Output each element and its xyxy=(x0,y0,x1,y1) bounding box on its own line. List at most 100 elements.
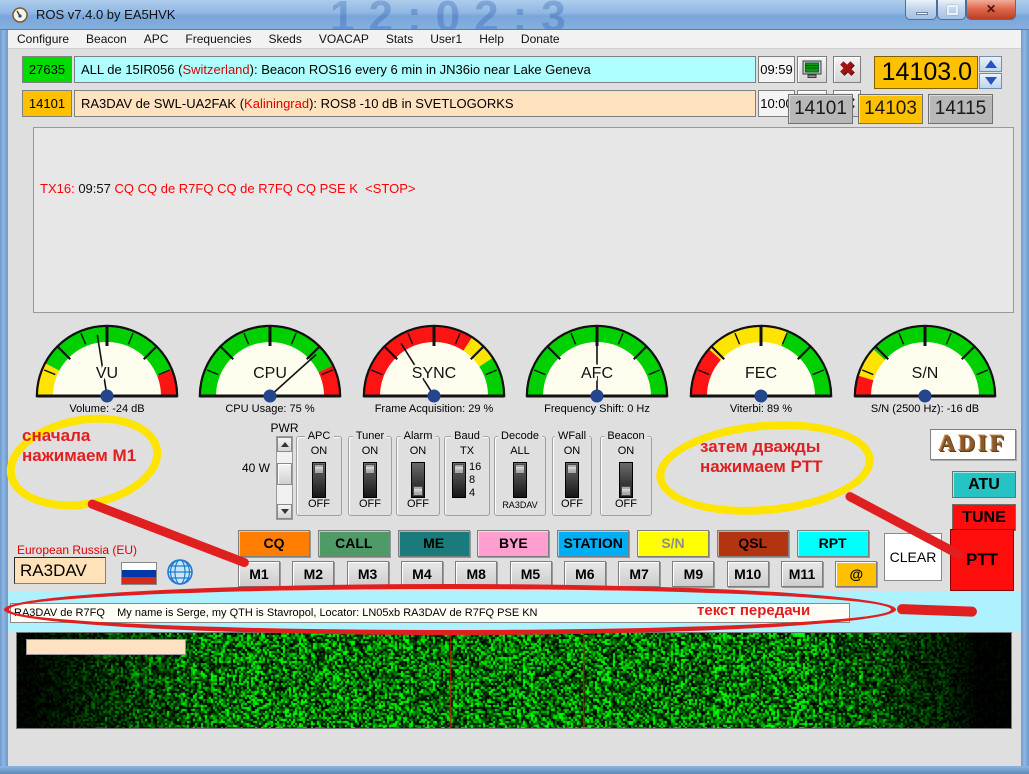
power-up-button[interactable] xyxy=(277,437,292,452)
macro-button-cq[interactable]: CQ xyxy=(238,530,310,557)
menu-item-apc[interactable]: APC xyxy=(144,32,169,46)
callsign-input[interactable] xyxy=(14,557,106,584)
menu-item-donate[interactable]: Donate xyxy=(521,32,560,46)
power-down-button[interactable] xyxy=(277,504,292,519)
menu-item-configure[interactable]: Configure xyxy=(17,32,69,46)
frequency-preset-14115[interactable]: 14115 xyxy=(928,94,993,124)
macro-button-rpt[interactable]: RPT xyxy=(797,530,869,557)
menu-item-stats[interactable]: Stats xyxy=(386,32,413,46)
maximize-icon xyxy=(947,5,958,15)
macro-button-s-n[interactable]: S/N xyxy=(637,530,709,557)
adif-button[interactable]: ADIF xyxy=(930,429,1016,460)
window-border-left xyxy=(0,30,8,774)
globe-icon[interactable] xyxy=(166,558,194,586)
memory-button--[interactable]: @ xyxy=(835,561,877,587)
toggle-switch-apc[interactable] xyxy=(312,462,326,498)
switch-group-decode: DecodeALLRA3DAV xyxy=(494,436,546,516)
memory-button-m2[interactable]: M2 xyxy=(292,561,334,587)
memory-button-m7[interactable]: M7 xyxy=(618,561,660,587)
switch-group-apc: APCONOFF xyxy=(296,436,342,516)
switch-lever[interactable] xyxy=(314,464,324,474)
svg-text:AFC: AFC xyxy=(581,365,613,382)
computer-icon xyxy=(802,60,822,79)
menu-item-voacap[interactable]: VOACAP xyxy=(319,32,369,46)
ptt-button[interactable]: PTT xyxy=(950,529,1014,591)
menu-item-skeds[interactable]: Skeds xyxy=(268,32,301,46)
menu-item-user1[interactable]: User1 xyxy=(430,32,462,46)
menu-item-help[interactable]: Help xyxy=(479,32,504,46)
menu-item-beacon[interactable]: Beacon xyxy=(86,32,127,46)
close-button[interactable]: ✕ xyxy=(966,0,1016,20)
russia-flag-icon[interactable] xyxy=(121,562,157,585)
frequency-preset-14101[interactable]: 14101 xyxy=(788,94,853,124)
toggle-switch-baud[interactable] xyxy=(452,462,466,498)
frequency-up-button[interactable] xyxy=(979,56,1002,72)
svg-text:VU: VU xyxy=(96,365,118,382)
gauge-cpu: CPUCPU Usage: 75 % xyxy=(193,320,347,409)
maximize-button[interactable] xyxy=(937,0,966,20)
frequency-badge[interactable]: 27635 xyxy=(22,56,72,83)
switch-lever[interactable] xyxy=(413,486,423,496)
tx-log-line: TX16: 09:57 CQ CQ de R7FQ CQ de R7FQ CQ … xyxy=(40,181,416,196)
toggle-switch-wfall[interactable] xyxy=(565,462,579,498)
switch-lever[interactable] xyxy=(454,464,464,474)
power-label: PWR xyxy=(268,421,301,435)
delete-row-button[interactable]: ✖ xyxy=(833,56,861,83)
switch-lever[interactable] xyxy=(567,464,577,474)
power-scrollbar-thumb[interactable] xyxy=(277,463,292,485)
annotation-m1-text: сначаланажимаем M1 xyxy=(22,426,136,466)
row-time: 09:59 xyxy=(758,56,795,83)
svg-text:FEC: FEC xyxy=(745,365,777,382)
svg-text:S/N: S/N xyxy=(912,365,939,382)
monitor-row[interactable]: 27635 ALL de 15IR056 (Switzerland): Beac… xyxy=(22,56,862,83)
window-border-bottom xyxy=(0,766,1029,774)
menu-item-frequencies[interactable]: Frequencies xyxy=(185,32,251,46)
red-x-icon: ✖ xyxy=(839,60,855,79)
monitor-message[interactable]: RA3DAV de SWL-UA2FAK (Kaliningrad): ROS8… xyxy=(74,90,756,117)
memory-button-m5[interactable]: M5 xyxy=(510,561,552,587)
toggle-switch-beacon[interactable] xyxy=(619,462,633,498)
tune-button[interactable]: TUNE xyxy=(952,504,1016,531)
monitor-message[interactable]: ALL de 15IR056 (Switzerland): Beacon ROS… xyxy=(74,56,756,83)
annotation-tx-label: текст передачи xyxy=(697,601,810,621)
app-window: 12:02:3 ROS v7.4.0 by EA5HVK ✕ Configure… xyxy=(0,0,1029,774)
frequency-display[interactable]: 14103.0 xyxy=(874,56,978,89)
region-label: European Russia (EU) xyxy=(17,543,137,557)
rx-tx-log[interactable]: TX16: 09:57 CQ CQ de R7FQ CQ de R7FQ CQ … xyxy=(33,127,1014,313)
memory-button-m6[interactable]: M6 xyxy=(564,561,606,587)
switch-lever[interactable] xyxy=(621,486,631,496)
atu-button[interactable]: ATU xyxy=(952,471,1016,498)
macro-button-call[interactable]: CALL xyxy=(318,530,390,557)
window-border-right xyxy=(1021,30,1029,774)
title-bar[interactable]: 12:02:3 ROS v7.4.0 by EA5HVK ✕ xyxy=(0,0,1029,30)
power-scrollbar[interactable] xyxy=(276,436,293,520)
gauge-fec: FECViterbi: 89 % xyxy=(684,320,838,409)
frequency-badge[interactable]: 14101 xyxy=(22,90,72,117)
toggle-switch-alarm[interactable] xyxy=(411,462,425,498)
down-arrow-icon xyxy=(281,509,289,514)
minimize-button[interactable] xyxy=(905,0,937,20)
down-arrow-icon xyxy=(985,77,997,85)
macro-button-qsl[interactable]: QSL xyxy=(717,530,789,557)
app-icon xyxy=(12,7,28,28)
macro-button-me[interactable]: ME xyxy=(398,530,470,557)
memory-button-m11[interactable]: M11 xyxy=(781,561,823,587)
macro-button-station[interactable]: STATION xyxy=(557,530,629,557)
toggle-switch-decode[interactable] xyxy=(513,462,527,498)
toggle-switch-tuner[interactable] xyxy=(363,462,377,498)
annotation-ptt-text: затем дваждынажимаем PTT xyxy=(700,437,823,477)
frequency-down-button[interactable] xyxy=(979,73,1002,89)
memory-button-m9[interactable]: M9 xyxy=(672,561,714,587)
memory-button-m10[interactable]: M10 xyxy=(727,561,769,587)
menu-bar: Configure Beacon APC Frequencies Skeds VOACAP… xyxy=(8,30,1021,49)
switch-lever[interactable] xyxy=(365,464,375,474)
memory-button-m3[interactable]: M3 xyxy=(347,561,389,587)
frequency-preset-14103[interactable]: 14103 xyxy=(858,94,923,124)
svg-text:CPU: CPU xyxy=(253,365,287,382)
decode-pc-button[interactable] xyxy=(797,56,827,83)
switch-lever[interactable] xyxy=(515,464,525,474)
gauge-afc: AFCFrequency Shift: 0 Hz xyxy=(520,320,674,409)
macro-button-bye[interactable]: BYE xyxy=(477,530,549,557)
window-title: ROS v7.4.0 by EA5HVK xyxy=(36,7,175,22)
monitor-row[interactable]: 14101 RA3DAV de SWL-UA2FAK (Kaliningrad)… xyxy=(22,90,862,117)
